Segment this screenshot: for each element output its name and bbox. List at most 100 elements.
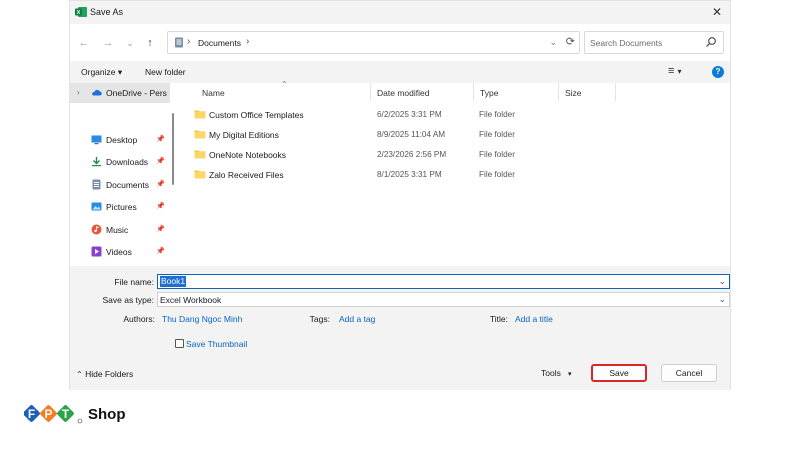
organize-button[interactable]: Organize ▾ — [81, 67, 122, 78]
save-options-panel: File name: Book1 ⌄ Save as type: Excel W… — [70, 266, 730, 354]
refresh-icon[interactable]: ⟳ — [566, 35, 575, 48]
save-button[interactable]: Save — [591, 364, 647, 382]
file-date: 8/9/2025 11:04 AM — [377, 130, 446, 139]
file-type: File folder — [479, 110, 515, 119]
recent-locations-icon[interactable]: ⌄ — [123, 36, 137, 50]
desktop-icon — [91, 135, 102, 145]
folder-icon — [194, 150, 206, 159]
title-field[interactable]: Add a title — [515, 314, 553, 324]
chevron-down-icon[interactable]: ⌄ — [718, 294, 726, 305]
file-type: File folder — [479, 150, 515, 159]
save-as-type-value: Excel Workbook — [160, 295, 222, 305]
breadcrumb-documents[interactable]: Documents — [198, 38, 241, 48]
video-icon — [91, 246, 102, 257]
view-options-icon[interactable]: ≡ ▾ — [668, 65, 682, 77]
tags-label: Tags: — [309, 314, 330, 324]
file-name: Custom Office Templates — [209, 110, 304, 120]
pin-icon[interactable]: 📌 — [156, 135, 165, 143]
table-row[interactable]: Zalo Received Files 8/1/2025 3:31 PM Fil… — [188, 164, 728, 184]
file-name-value[interactable]: Book1 — [160, 276, 187, 287]
chevron-up-icon: ⌃ — [76, 370, 83, 379]
sidebar-item-desktop[interactable]: Desktop 📌 — [70, 130, 170, 150]
new-folder-button[interactable]: New folder — [145, 67, 186, 77]
folder-icon — [194, 110, 206, 119]
file-name: My Digital Editions — [209, 130, 279, 140]
file-name-field[interactable]: Book1 ⌄ — [157, 274, 730, 289]
column-divider[interactable] — [615, 83, 616, 101]
save-thumbnail-checkbox[interactable] — [175, 339, 184, 348]
navigation-pane: › OneDrive - Pers Desktop 📌 Downloads 📌 … — [70, 83, 174, 266]
save-as-type-select[interactable]: Excel Workbook ⌄ — [157, 292, 730, 307]
sidebar-item-music[interactable]: Music 📌 — [70, 220, 170, 240]
music-icon — [91, 224, 102, 235]
svg-text:P: P — [44, 407, 52, 421]
search-box[interactable]: Search Documents — [584, 31, 724, 54]
pin-icon[interactable]: 📌 — [156, 157, 165, 165]
file-date: 2/23/2026 2:56 PM — [377, 150, 447, 159]
folder-icon — [194, 130, 206, 139]
fpt-shop-logo: F P T Shop — [23, 401, 134, 427]
excel-icon: X — [75, 7, 87, 17]
chevron-down-icon[interactable]: ⌄ — [549, 37, 557, 48]
file-name: OneNote Notebooks — [209, 150, 287, 160]
tools-label: Tools — [541, 368, 561, 378]
sidebar-item-label: Desktop — [106, 135, 138, 145]
table-row[interactable]: My Digital Editions 8/9/2025 11:04 AM Fi… — [188, 124, 728, 144]
tags-field[interactable]: Add a tag — [339, 314, 375, 324]
search-input[interactable]: Search Documents — [590, 38, 662, 48]
search-icon[interactable] — [705, 36, 717, 48]
hide-folders-label: Hide Folders — [85, 369, 134, 379]
pin-icon[interactable]: 📌 — [156, 225, 165, 233]
sidebar-item-videos[interactable]: Videos 📌 — [70, 242, 170, 262]
table-row[interactable]: Custom Office Templates 6/2/2025 3:31 PM… — [188, 104, 728, 124]
brand-shop-text: Shop — [88, 406, 126, 423]
save-as-type-label: Save as type: — [102, 295, 154, 305]
close-icon[interactable]: ✕ — [708, 3, 726, 21]
authors-field[interactable]: Thu Dang Ngoc Minh — [162, 314, 242, 324]
address-bar[interactable]: › Documents › ⌄ ⟳ — [167, 31, 580, 54]
chevron-right-icon[interactable]: › — [77, 88, 80, 97]
dialog-footer: ⌃ Hide Folders Tools ▾ Save Cancel — [70, 354, 730, 390]
pin-icon[interactable]: 📌 — [156, 180, 165, 188]
hide-folders-button[interactable]: ⌃ Hide Folders — [76, 369, 133, 379]
folder-icon — [194, 170, 206, 179]
table-row[interactable]: OneNote Notebooks 2/23/2026 2:56 PM File… — [188, 144, 728, 164]
sidebar-item-label: Documents — [106, 180, 149, 190]
pictures-icon — [91, 202, 102, 211]
save-as-dialog: X Save As ✕ ← → ⌄ ↑ › Documents › ⌄ ⟳ Se… — [69, 0, 731, 390]
cancel-button[interactable]: Cancel — [661, 364, 717, 382]
back-arrow-icon[interactable]: ← — [77, 36, 91, 50]
up-arrow-icon[interactable]: ↑ — [143, 36, 157, 50]
sidebar-item-documents[interactable]: Documents 📌 — [70, 175, 170, 195]
save-thumbnail-label[interactable]: Save Thumbnail — [186, 339, 247, 349]
navigation-scrollbar[interactable] — [172, 113, 174, 185]
sidebar-item-downloads[interactable]: Downloads 📌 — [70, 152, 170, 172]
title-label: Title: — [489, 314, 508, 324]
column-divider[interactable] — [558, 83, 559, 101]
command-bar: Organize ▾ New folder ≡ ▾ ? — [70, 61, 730, 83]
forward-arrow-icon[interactable]: → — [101, 36, 115, 50]
column-divider[interactable] — [370, 83, 371, 101]
chevron-down-icon[interactable]: ⌄ — [718, 276, 726, 287]
file-date: 6/2/2025 3:31 PM — [377, 110, 442, 119]
sort-ascending-icon: ⌃ — [281, 80, 288, 89]
column-divider[interactable] — [473, 83, 474, 101]
help-icon[interactable]: ? — [712, 66, 724, 78]
sidebar-item-label: OneDrive - Pers — [106, 88, 167, 98]
file-type: File folder — [479, 170, 515, 179]
pin-icon[interactable]: 📌 — [156, 202, 165, 210]
cloud-icon — [92, 89, 102, 96]
document-icon — [92, 179, 101, 190]
authors-label: Authors: — [123, 314, 155, 324]
sidebar-item-pictures[interactable]: Pictures 📌 — [70, 197, 170, 217]
window-title: Save As — [90, 7, 124, 17]
sidebar-item-label: Music — [106, 225, 129, 235]
sidebar-item-onedrive[interactable]: › OneDrive - Pers — [70, 83, 170, 103]
svg-text:X: X — [77, 10, 81, 16]
svg-text:T: T — [62, 407, 70, 421]
documents-icon — [175, 37, 183, 48]
tools-menu-button[interactable]: Tools ▾ — [541, 368, 571, 378]
svg-text:F: F — [28, 407, 35, 421]
fpt-logo-icon: F P T — [23, 405, 83, 424]
pin-icon[interactable]: 📌 — [156, 247, 165, 255]
